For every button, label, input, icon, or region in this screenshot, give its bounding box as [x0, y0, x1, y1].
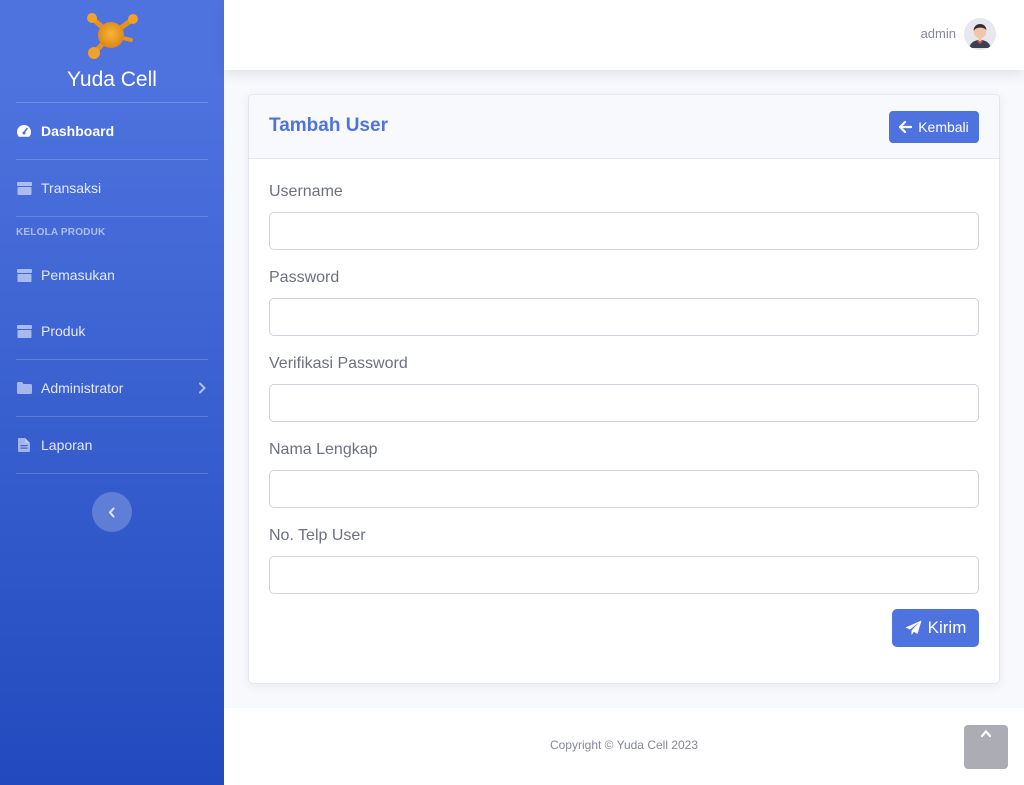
- footer: Copyright © Yuda Cell 2023: [224, 708, 1024, 785]
- folder-icon: [16, 381, 32, 395]
- brand-name: Yuda Cell: [67, 68, 157, 91]
- sidebar-item-administrator[interactable]: Administrator: [0, 360, 224, 416]
- chevron-up-icon: [980, 729, 992, 738]
- card-header: Tambah User Kembali: [249, 95, 999, 159]
- verify-password-label: Verifikasi Password: [269, 355, 408, 372]
- sidebar-item-label: Dashboard: [41, 123, 115, 139]
- copyright-text: Copyright © Yuda Cell 2023: [549, 738, 699, 752]
- scroll-to-top-button[interactable]: [964, 725, 1008, 769]
- sidebar-item-label: Transaksi: [41, 180, 102, 196]
- sidebar-item-pemasukan[interactable]: Pemasukan: [0, 247, 224, 303]
- file-icon: [16, 438, 32, 452]
- back-button[interactable]: Kembali: [889, 111, 979, 143]
- submit-button-label: Kirim: [927, 618, 967, 637]
- add-user-card: Tambah User Kembali Username Password Ve…: [248, 94, 1000, 684]
- verify-password-input[interactable]: [269, 384, 979, 422]
- sidebar-item-transaksi[interactable]: Transaksi: [0, 160, 224, 216]
- submit-button[interactable]: Kirim: [892, 609, 979, 647]
- username-label: Username: [269, 183, 343, 200]
- back-button-label: Kembali: [918, 119, 969, 135]
- sidebar: Yuda Cell Dashboard Transaksi KELOLA PRO…: [0, 0, 224, 785]
- sidebar-item-label: Produk: [41, 323, 86, 339]
- topbar: admin: [224, 0, 1024, 70]
- username-input[interactable]: [269, 212, 979, 250]
- user-avatar-icon[interactable]: [964, 18, 996, 50]
- sidebar-item-laporan[interactable]: Laporan: [0, 417, 224, 473]
- sidebar-item-label: Administrator: [41, 380, 124, 396]
- sidebar-brand[interactable]: Yuda Cell: [0, 0, 224, 102]
- tachometer-icon: [16, 124, 32, 138]
- sidebar-item-label: Laporan: [41, 437, 93, 453]
- password-input[interactable]: [269, 298, 979, 336]
- box-icon: [16, 268, 32, 282]
- password-label: Password: [269, 269, 340, 286]
- box-icon: [16, 181, 32, 195]
- sidebar-item-dashboard[interactable]: Dashboard: [0, 103, 224, 159]
- molecule-logo-icon: [87, 13, 138, 59]
- sidebar-heading: KELOLA PRODUK: [16, 226, 106, 238]
- chevron-right-icon: [198, 381, 206, 397]
- phone-label: No. Telp User: [269, 527, 366, 544]
- sidebar-toggle-button[interactable]: [92, 492, 132, 532]
- sidebar-divider: [16, 473, 208, 474]
- full-name-input[interactable]: [269, 470, 979, 508]
- phone-input[interactable]: [269, 556, 979, 594]
- chevron-left-icon: [108, 507, 116, 518]
- arrow-left-icon: [899, 121, 913, 133]
- paper-plane-icon: [905, 620, 922, 636]
- page-title: Tambah User: [269, 115, 388, 136]
- sidebar-item-label: Pemasukan: [41, 267, 115, 283]
- sidebar-item-produk[interactable]: Produk: [0, 303, 224, 359]
- box-icon: [16, 324, 32, 338]
- full-name-label: Nama Lengkap: [269, 441, 378, 458]
- user-name[interactable]: admin: [921, 26, 956, 41]
